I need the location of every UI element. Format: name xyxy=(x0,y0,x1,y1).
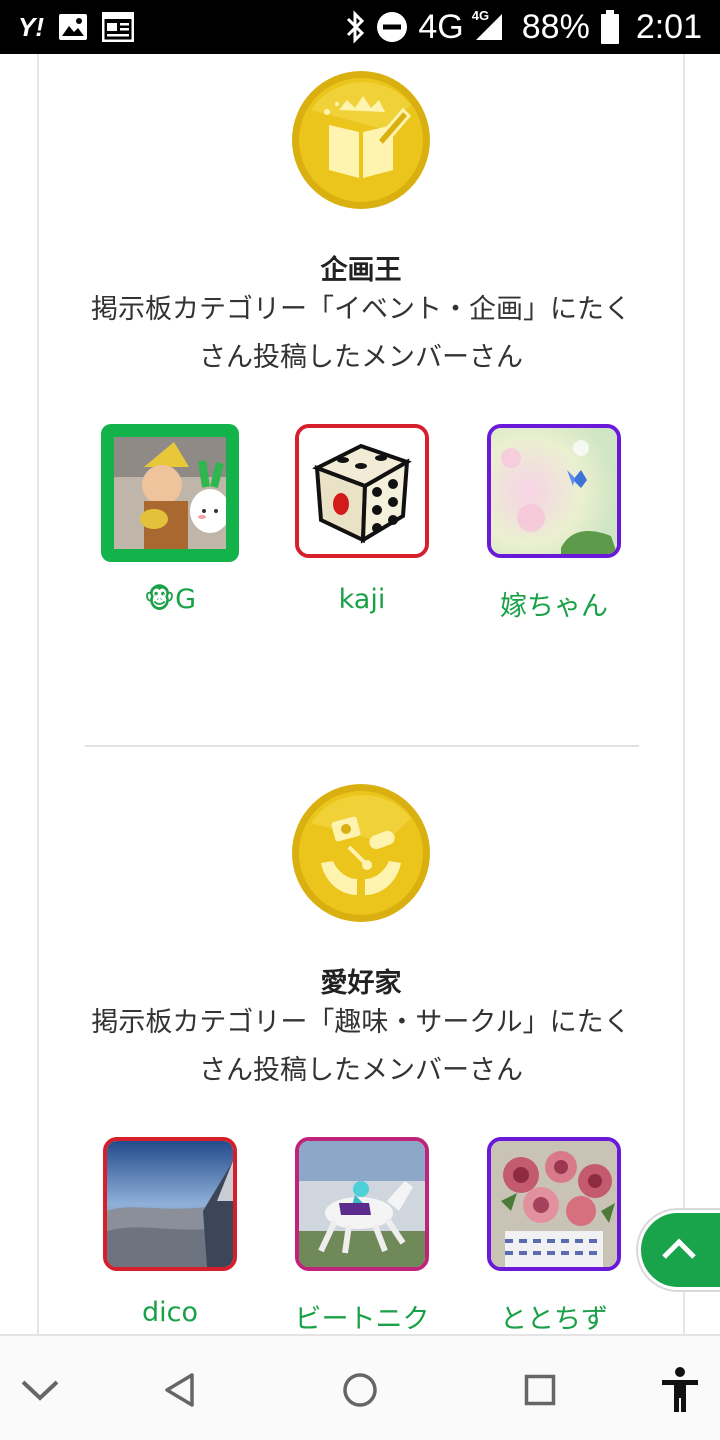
yahoo-icon: Y! xyxy=(18,11,44,42)
battery-icon xyxy=(600,10,620,44)
recents-icon[interactable] xyxy=(512,1362,568,1418)
member-item[interactable]: dico xyxy=(85,1137,255,1328)
member-name[interactable]: ととちず xyxy=(469,1297,639,1334)
avatar-image xyxy=(114,437,226,549)
avatar[interactable] xyxy=(101,424,239,562)
avatar[interactable] xyxy=(295,424,429,558)
signal-icon: 4G xyxy=(472,8,504,42)
scroll-top-button[interactable] xyxy=(638,1210,720,1290)
member-name[interactable]: dico xyxy=(85,1297,255,1328)
avatar-image xyxy=(299,1141,425,1267)
award-description: 掲示板カテゴリー「イベント・企画」にたくさん投稿したメンバーさん xyxy=(91,294,631,373)
network-type-small: 4G xyxy=(471,8,490,23)
navigation-bar xyxy=(0,1334,720,1440)
avatar[interactable] xyxy=(103,1137,237,1271)
back-icon[interactable] xyxy=(152,1362,208,1418)
member-item[interactable]: kaji xyxy=(277,424,447,615)
do-not-disturb-icon xyxy=(376,11,408,43)
book-crown-pen-icon xyxy=(291,70,431,210)
ranking-card: 企画王 掲示板カテゴリー「イベント・企画」にたくさん投稿したメンバーさん 🐵G … xyxy=(37,54,685,1334)
clock: 2:01 xyxy=(635,7,702,46)
avatar[interactable] xyxy=(295,1137,429,1271)
member-item[interactable]: 🐵G xyxy=(85,424,255,615)
home-icon[interactable] xyxy=(332,1362,388,1418)
avatar[interactable] xyxy=(487,1137,621,1271)
image-icon xyxy=(58,13,88,41)
member-item[interactable]: 嫁ちゃん xyxy=(469,424,639,623)
award-section: 企画王 掲示板カテゴリー「イベント・企画」にたくさん投稿したメンバーさん 🐵G … xyxy=(39,54,683,744)
accessibility-icon[interactable] xyxy=(652,1362,708,1418)
hobby-hands-icon xyxy=(291,783,431,923)
member-item[interactable]: ととちず xyxy=(469,1137,639,1334)
chevron-up-icon xyxy=(661,1236,697,1264)
award-title: 愛好家 xyxy=(320,968,402,999)
avatar-image xyxy=(491,1141,617,1267)
avatar-image xyxy=(299,428,425,554)
avatar[interactable] xyxy=(487,424,621,558)
member-name[interactable]: kaji xyxy=(277,584,447,615)
avatar-image xyxy=(491,428,617,554)
award-section: 愛好家 掲示板カテゴリー「趣味・サークル」にたくさん投稿したメンバーさん dic… xyxy=(39,747,683,1334)
status-bar-left: Y! xyxy=(18,8,134,46)
avatar-image xyxy=(107,1141,233,1267)
chevron-down-icon[interactable] xyxy=(12,1362,68,1418)
news-icon xyxy=(102,12,134,42)
status-bar: Y! 4G 4G 88% 2:01 xyxy=(0,0,720,54)
member-name[interactable]: 🐵G xyxy=(85,584,255,615)
network-type: 4G xyxy=(418,7,464,46)
bluetooth-icon xyxy=(344,10,366,44)
member-name[interactable]: ビートニク xyxy=(277,1297,447,1334)
award-title: 企画王 xyxy=(320,255,402,286)
battery-percent: 88% xyxy=(521,7,590,46)
member-name[interactable]: 嫁ちゃん xyxy=(469,584,639,623)
award-description: 掲示板カテゴリー「趣味・サークル」にたくさん投稿したメンバーさん xyxy=(91,1007,631,1086)
member-item[interactable]: ビートニク xyxy=(277,1137,447,1334)
status-bar-right: 4G 4G 88% 2:01 xyxy=(344,6,702,48)
